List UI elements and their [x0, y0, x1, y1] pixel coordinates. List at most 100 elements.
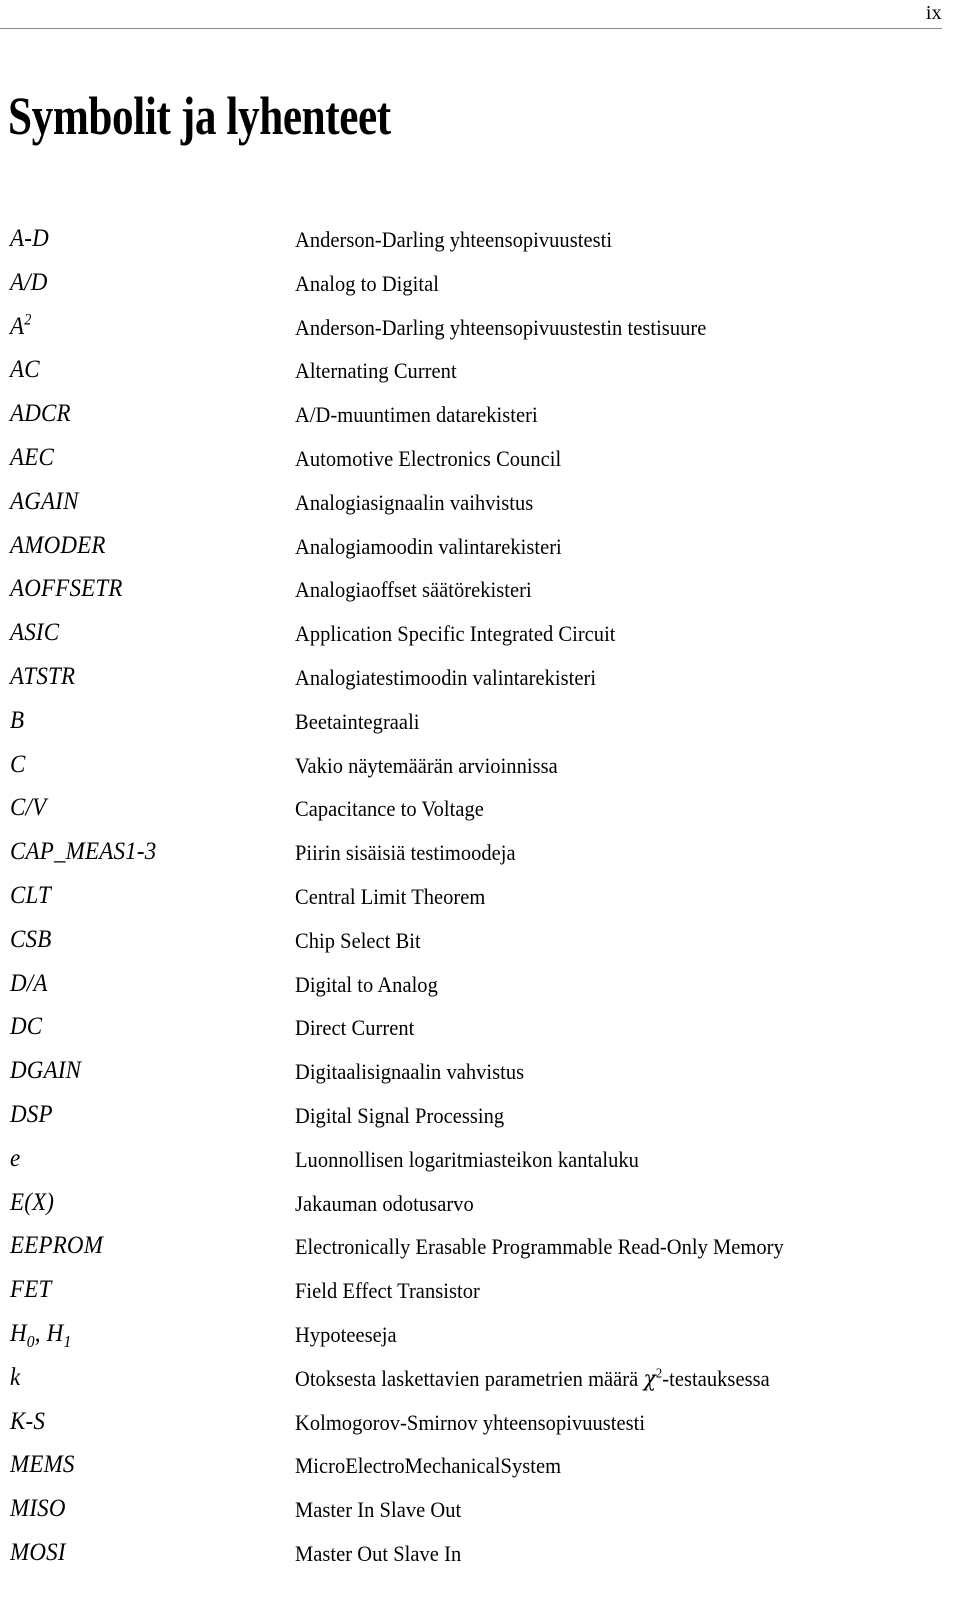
glossary-definition: Application Specific Integrated Circuit [295, 621, 616, 647]
glossary-definition: Master Out Slave In [295, 1540, 462, 1566]
glossary-definition: Anderson-Darling yhteensopivuustestin te… [295, 314, 707, 340]
glossary-definition: Beetaintegraali [295, 708, 420, 734]
glossary-symbol: CAP_MEAS1-3 [10, 838, 157, 866]
glossary-symbol: CLT [10, 881, 52, 909]
glossary-definition: Digitaalisignaalin vahvistus [295, 1059, 525, 1085]
glossary-definition: Digital to Analog [295, 971, 438, 997]
glossary-row: A2 Anderson-Darling yhteensopivuustestin … [0, 310, 960, 354]
glossary-definition: Analogiasignaalin vaihvistus [295, 489, 534, 515]
glossary-symbol: EEPROM [10, 1232, 104, 1260]
glossary-row: K-S Kolmogorov-Smirnov yhteensopivuustest… [0, 1405, 960, 1449]
glossary-row: DSP Digital Signal Processing [0, 1098, 960, 1142]
glossary-definition: Digital Signal Processing [295, 1102, 505, 1128]
page-title: Symbolit ja lyhenteet [8, 86, 391, 146]
glossary-symbol: FET [10, 1276, 52, 1304]
glossary-row: AOFFSETR Analogiaoffset säätörekisteri [0, 572, 960, 616]
glossary-row: AMODER Analogiamoodin valintarekisteri [0, 529, 960, 573]
glossary-symbol: E(X) [10, 1188, 55, 1216]
glossary-symbol: ASIC [10, 619, 60, 647]
definition-superscript: 2 [655, 1365, 663, 1381]
glossary-row: DGAIN Digitaalisignaalin vahvistus [0, 1054, 960, 1098]
glossary-symbol: DC [10, 1013, 43, 1041]
glossary-symbol: AC [10, 356, 40, 384]
glossary-row: CSB Chip Select Bit [0, 923, 960, 967]
glossary-symbol: AMODER [10, 531, 106, 559]
glossary-definition: Electronically Erasable Programmable Rea… [295, 1234, 784, 1260]
glossary-definition: Luonnollisen logaritmiasteikon kantaluku [295, 1146, 639, 1172]
glossary-definition: MicroElectroMechanicalSystem [295, 1453, 562, 1479]
glossary-symbol: MEMS [10, 1451, 75, 1479]
glossary-row: e Luonnollisen logaritmiasteikon kantaluk… [0, 1142, 960, 1186]
glossary-symbol: ATSTR [10, 662, 76, 690]
glossary-symbol: AOFFSETR [10, 575, 123, 603]
glossary-symbol: A-D [10, 225, 49, 252]
glossary-row: A-D Anderson-Darling yhteensopivuustesti [0, 222, 960, 266]
glossary-row: MISO Master In Slave Out [0, 1492, 960, 1536]
glossary-definition: Direct Current [295, 1015, 415, 1041]
glossary-symbol: A2 [10, 311, 32, 340]
glossary-symbol: DGAIN [10, 1057, 82, 1085]
glossary-row: AC Alternating Current [0, 353, 960, 397]
page-number: ix [925, 2, 942, 24]
glossary-row: ASIC Application Specific Integrated Circ… [0, 616, 960, 660]
glossary-definition: Analogiamoodin valintarekisteri [295, 533, 562, 559]
glossary-row: A/D Analog to Digital [0, 266, 960, 310]
glossary-definition: Otoksesta laskettavien parametrien määrä… [295, 1365, 770, 1392]
glossary-definition: Analogiatestimoodin valintarekisteri [295, 664, 597, 690]
glossary-row: CAP_MEAS1-3 Piirin sisäisiä testimoodeja [0, 835, 960, 879]
glossary-definition: A/D-muuntimen datarekisteri [295, 402, 538, 428]
glossary-row: B Beetaintegraali [0, 704, 960, 748]
chi-symbol: χ [643, 1366, 656, 1392]
glossary-symbol: CSB [10, 925, 52, 953]
glossary-symbol: C [10, 750, 26, 778]
symbol-subscript: 0 [26, 1331, 35, 1351]
glossary-definition: Master In Slave Out [295, 1497, 462, 1523]
glossary-definition: Analog to Digital [295, 270, 440, 296]
glossary-definition: Analogiaoffset säätörekisteri [295, 577, 532, 603]
glossary-symbol: AGAIN [10, 487, 79, 515]
glossary-definition: Field Effect Transistor [295, 1278, 480, 1304]
glossary-row: E(X) Jakauman odotusarvo [0, 1186, 960, 1230]
document-page: ix Symbolit ja lyhenteet A-D Anderson-Dar… [0, 0, 960, 1607]
glossary-row: MEMS MicroElectroMechanicalSystem [0, 1448, 960, 1492]
glossary-row: FET Field Effect Transistor [0, 1273, 960, 1317]
glossary-row: MOSI Master Out Slave In [0, 1536, 960, 1580]
glossary-definition: Alternating Current [295, 358, 457, 384]
glossary-definition: Capacitance to Voltage [295, 796, 484, 822]
glossary-symbol: AEC [10, 443, 55, 471]
glossary-symbol: H0, H1 [10, 1319, 72, 1351]
glossary-row: C Vakio näytemäärän arvioinnissa [0, 748, 960, 792]
glossary-definition: Piirin sisäisiä testimoodeja [295, 840, 516, 866]
glossary-symbol: ADCR [10, 400, 71, 428]
glossary-symbol: K-S [10, 1407, 46, 1435]
symbol-subscript: 1 [63, 1331, 72, 1351]
glossary-row: ATSTR Analogiatestimoodin valintarekister… [0, 660, 960, 704]
glossary-row: k Otoksesta laskettavien parametrien määr… [0, 1361, 960, 1405]
glossary-row: EEPROM Electronically Erasable Programmab… [0, 1229, 960, 1273]
glossary-row: AGAIN Analogiasignaalin vaihvistus [0, 485, 960, 529]
glossary-row: D/A Digital to Analog [0, 967, 960, 1011]
glossary-list: A-D Anderson-Darling yhteensopivuustesti A… [0, 222, 960, 1580]
glossary-symbol: D/A [10, 969, 48, 997]
glossary-definition: Vakio näytemäärän arvioinnissa [295, 752, 558, 778]
glossary-definition: Kolmogorov-Smirnov yhteensopivuustesti [295, 1409, 646, 1435]
glossary-symbol: A/D [10, 268, 48, 296]
glossary-definition: Hypoteeseja [295, 1321, 397, 1347]
glossary-definition: Jakauman odotusarvo [295, 1190, 474, 1216]
glossary-row: DC Direct Current [0, 1010, 960, 1054]
glossary-symbol: B [10, 706, 25, 734]
glossary-row: CLT Central Limit Theorem [0, 879, 960, 923]
symbol-superscript: 2 [24, 311, 32, 329]
glossary-row: AEC Automotive Electronics Council [0, 441, 960, 485]
glossary-definition: Central Limit Theorem [295, 883, 486, 909]
glossary-symbol: MOSI [10, 1538, 66, 1566]
glossary-symbol: DSP [10, 1100, 53, 1128]
glossary-symbol: e [10, 1144, 21, 1172]
glossary-definition: Chip Select Bit [295, 927, 421, 953]
glossary-row: C/V Capacitance to Voltage [0, 791, 960, 835]
header-rule [0, 28, 942, 29]
glossary-definition: Anderson-Darling yhteensopivuustesti [295, 227, 613, 252]
glossary-symbol: MISO [10, 1495, 66, 1523]
glossary-row: ADCR A/D-muuntimen datarekisteri [0, 397, 960, 441]
glossary-symbol: k [10, 1363, 21, 1391]
